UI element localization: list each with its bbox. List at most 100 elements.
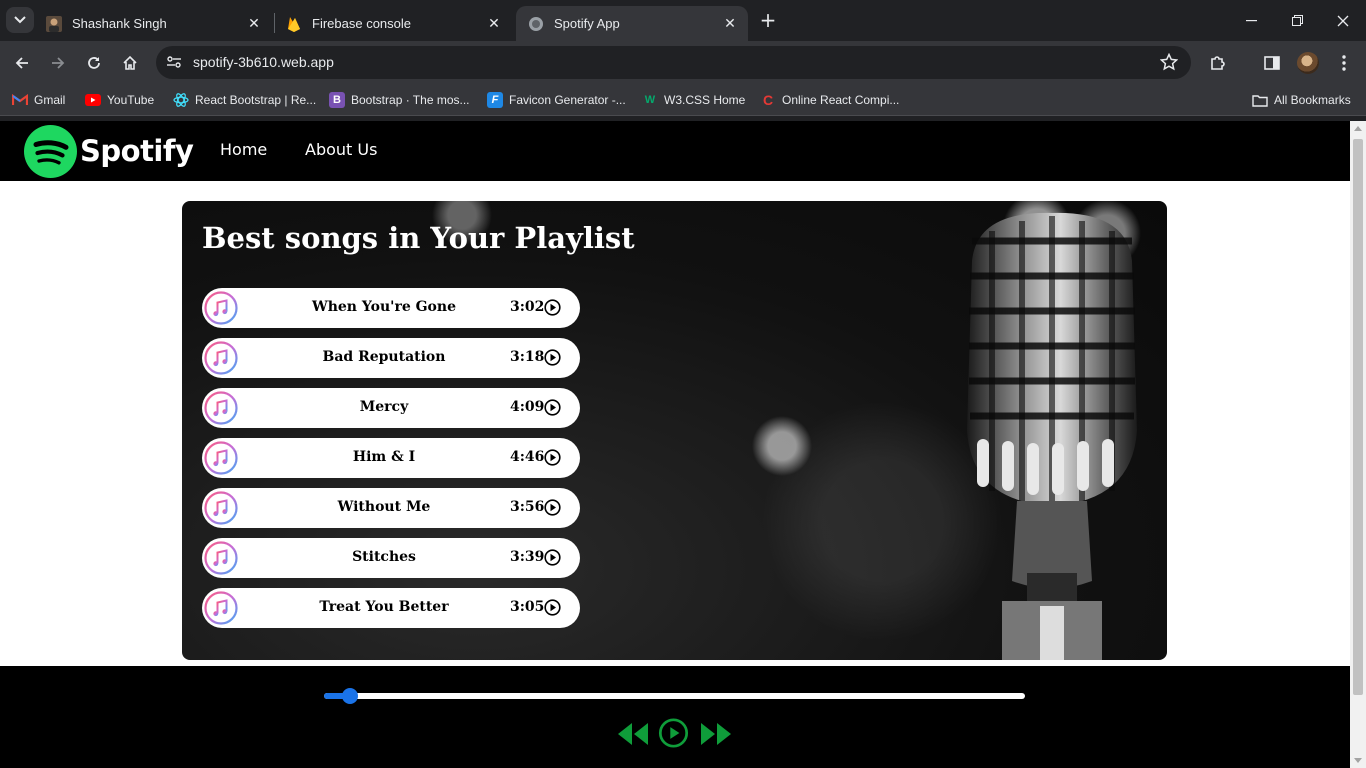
youtube-icon — [85, 92, 101, 108]
scroll-down-arrow[interactable] — [1354, 758, 1362, 763]
tab-spotify-app[interactable]: Spotify App ✕ — [516, 6, 748, 41]
bookmark-star-icon[interactable] — [1159, 52, 1179, 72]
browser-toolbar: spotify-3b610.web.app — [0, 41, 1366, 84]
react-bootstrap-icon — [173, 92, 189, 108]
forward-button[interactable] — [44, 49, 72, 77]
minimize-button[interactable] — [1228, 0, 1274, 41]
close-tab-icon[interactable]: ✕ — [246, 15, 262, 32]
song-row[interactable]: Bad Reputation 3:18 — [202, 338, 580, 378]
song-title: When You're Gone — [312, 299, 456, 315]
nav-home-link[interactable]: Home — [220, 140, 267, 159]
all-bookmarks-button[interactable]: All Bookmarks — [1252, 91, 1351, 109]
bookmark-online-react-compiler[interactable]: C Online React Compi... — [760, 91, 899, 109]
bookmark-label: Online React Compi... — [782, 93, 900, 107]
restore-icon — [1291, 15, 1303, 26]
w3css-icon: W — [644, 94, 656, 106]
address-bar[interactable]: spotify-3b610.web.app — [156, 46, 1191, 79]
song-row[interactable]: Without Me 3:56 — [202, 488, 580, 528]
browser-menu-button[interactable] — [1332, 51, 1356, 75]
new-tab-button[interactable]: + — [758, 10, 778, 30]
music-note-icon — [204, 491, 238, 525]
scroll-thumb[interactable] — [1353, 139, 1363, 695]
home-button[interactable] — [116, 49, 144, 77]
bookmark-label: React Bootstrap | Re... — [195, 93, 317, 107]
bookmark-gmail[interactable]: Gmail — [12, 91, 65, 109]
tab-search-button[interactable] — [6, 7, 34, 33]
song-duration: 3:18 — [510, 349, 545, 365]
song-duration: 3:56 — [510, 499, 545, 515]
music-note-icon — [204, 291, 238, 325]
close-tab-icon[interactable]: ✕ — [722, 15, 738, 32]
song-row[interactable]: Stitches 3:39 — [202, 538, 580, 578]
profile-avatar[interactable] — [1297, 52, 1319, 74]
site-settings-icon[interactable] — [164, 52, 184, 72]
song-row[interactable]: Him & I 4:46 — [202, 438, 580, 478]
bookmarks-bar: Gmail YouTube React Bootstrap | Re... B … — [0, 84, 1366, 116]
play-circle-icon[interactable] — [544, 449, 561, 466]
song-title: Without Me — [337, 499, 431, 515]
tab-shashank-singh[interactable]: Shashank Singh ✕ — [34, 6, 272, 41]
arrow-right-icon — [52, 57, 65, 69]
play-circle-icon[interactable] — [544, 349, 561, 366]
bookmark-label: YouTube — [107, 93, 155, 107]
song-title: Bad Reputation — [322, 349, 446, 365]
bookmark-label: All Bookmarks — [1274, 93, 1351, 107]
bookmark-label: Favicon Generator -... — [509, 93, 626, 107]
song-duration: 4:46 — [510, 449, 545, 465]
seek-bar[interactable] — [324, 688, 1025, 704]
song-duration: 4:09 — [510, 399, 545, 415]
back-button[interactable] — [8, 49, 36, 77]
next-track-icon[interactable] — [698, 719, 734, 749]
seek-handle[interactable] — [342, 688, 358, 704]
play-circle-icon[interactable] — [544, 299, 561, 316]
song-row[interactable]: When You're Gone 3:02 — [202, 288, 580, 328]
restore-button[interactable] — [1274, 0, 1320, 41]
brand-name: Spotify — [80, 134, 194, 168]
song-title: Stitches — [352, 549, 416, 565]
puzzle-icon — [1211, 56, 1225, 70]
globe-icon — [528, 16, 544, 32]
bootstrap-icon: B — [329, 92, 345, 108]
spotify-logo[interactable]: Spotify — [24, 124, 194, 178]
close-window-button[interactable] — [1320, 0, 1366, 41]
previous-track-icon[interactable] — [615, 719, 651, 749]
home-icon — [123, 55, 137, 70]
bookmark-react-bootstrap[interactable]: React Bootstrap | Re... — [173, 91, 316, 109]
close-tab-icon[interactable]: ✕ — [486, 15, 502, 32]
bookmark-w3css[interactable]: W W3.CSS Home — [642, 91, 746, 109]
spotify-icon — [24, 124, 77, 178]
play-circle-icon[interactable] — [544, 599, 561, 616]
chevron-down-icon — [14, 16, 26, 24]
reload-button[interactable] — [80, 49, 108, 77]
song-row[interactable]: Mercy 4:09 — [202, 388, 580, 428]
playlist-hero: Best songs in Your Playlist When You're … — [182, 201, 1167, 660]
gmail-icon — [12, 92, 28, 108]
music-note-icon — [204, 441, 238, 475]
side-panel-button[interactable] — [1260, 51, 1284, 75]
song-row[interactable]: Treat You Better 3:05 — [202, 588, 580, 628]
song-duration: 3:02 — [510, 299, 545, 315]
tab-firebase-console[interactable]: Firebase console ✕ — [274, 6, 512, 41]
play-circle-icon[interactable] — [544, 549, 561, 566]
bookmark-bootstrap[interactable]: B Bootstrap · The mos... — [329, 91, 470, 109]
music-note-icon — [204, 341, 238, 375]
page-viewport: Spotify Home About Us Best songs in Your… — [0, 121, 1350, 768]
folder-icon — [1252, 92, 1268, 108]
play-circle-icon[interactable] — [544, 499, 561, 516]
page-scrollbar[interactable] — [1350, 121, 1366, 768]
side-panel-icon — [1264, 56, 1280, 70]
bookmark-favicon-generator[interactable]: F Favicon Generator -... — [487, 91, 626, 109]
tab-title: Spotify App — [554, 16, 620, 31]
music-note-icon — [204, 541, 238, 575]
close-icon — [1337, 15, 1349, 26]
scroll-up-arrow[interactable] — [1354, 126, 1362, 131]
firebase-icon — [286, 16, 302, 32]
url-text[interactable]: spotify-3b610.web.app — [193, 54, 334, 70]
play-circle-icon[interactable] — [544, 399, 561, 416]
extensions-button[interactable] — [1206, 51, 1230, 75]
play-icon[interactable] — [657, 718, 690, 748]
profile-photo-icon — [46, 15, 62, 32]
nav-about-link[interactable]: About Us — [305, 140, 377, 159]
bookmark-youtube[interactable]: YouTube — [85, 91, 154, 109]
minimize-icon — [1245, 19, 1257, 21]
